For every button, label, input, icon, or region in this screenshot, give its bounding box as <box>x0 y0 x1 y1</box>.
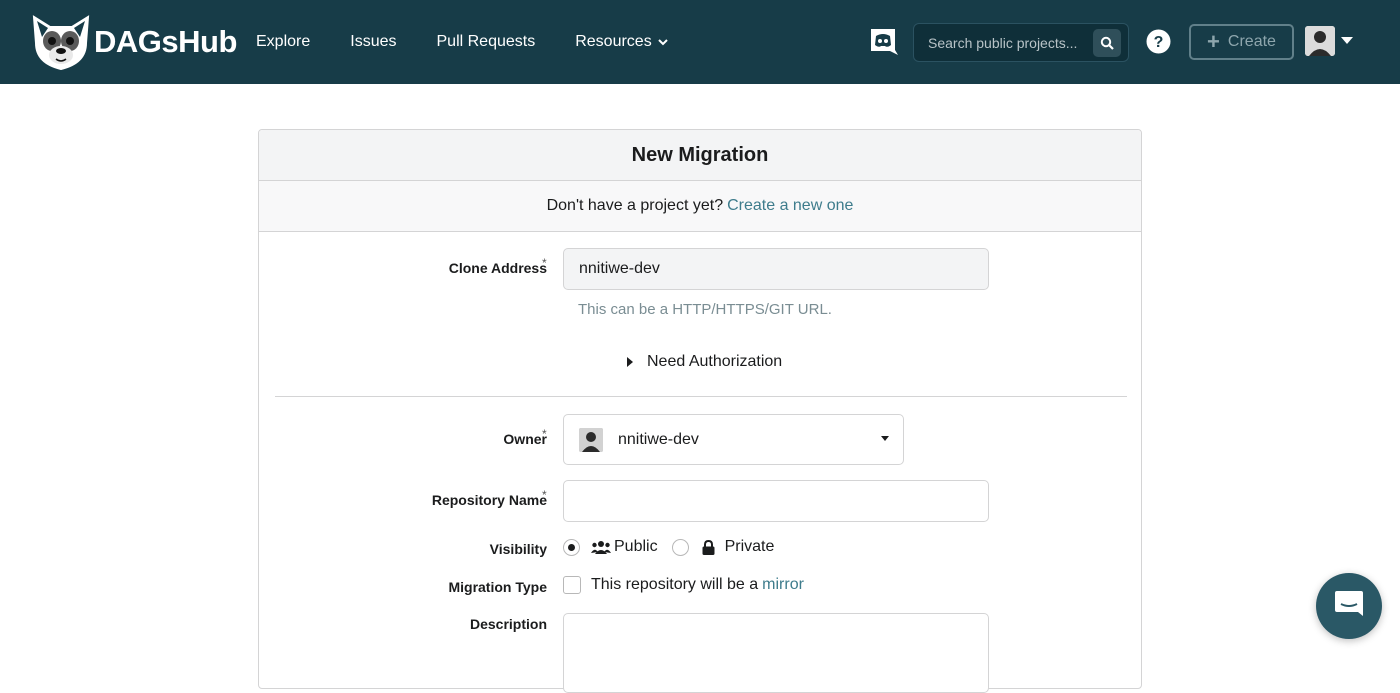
create-new-project-link[interactable]: Create a new one <box>727 197 853 215</box>
search-button[interactable] <box>1093 29 1121 57</box>
migration-type-label: Migration Type <box>448 579 547 595</box>
nav-explore[interactable]: Explore <box>256 33 310 51</box>
chat-icon <box>1335 591 1363 616</box>
description-label: Description <box>469 616 547 632</box>
nav-resources[interactable]: Resources <box>575 33 668 51</box>
lock-icon <box>702 539 715 555</box>
clone-address-required-mark: * <box>542 256 547 270</box>
card-subheader: Don't have a project yet? Create a new o… <box>259 181 1141 232</box>
dog-logo-icon <box>32 15 90 71</box>
create-button[interactable]: + Create <box>1189 24 1294 60</box>
user-avatar[interactable] <box>1305 26 1335 56</box>
no-project-text: Don't have a project yet? <box>546 197 724 214</box>
visibility-options: Public Private <box>563 538 774 556</box>
clone-address-input[interactable] <box>563 248 989 290</box>
nav-links: Explore Issues Pull Requests Resources <box>256 0 708 84</box>
user-menu-caret-icon[interactable] <box>1341 37 1353 45</box>
owner-dropdown[interactable]: nnitiwe-dev <box>563 414 904 465</box>
owner-name: nnitiwe-dev <box>618 430 699 448</box>
create-button-label: Create <box>1227 33 1276 50</box>
svg-text:?: ? <box>1154 34 1164 51</box>
user-avatar-image <box>1305 26 1335 56</box>
owner-avatar-image <box>579 427 603 452</box>
repository-name-input[interactable] <box>563 480 989 522</box>
clone-address-hint: This can be a HTTP/HTTPS/GIT URL. <box>578 301 832 318</box>
migration-type-option: This repository will be a mirror <box>563 576 804 594</box>
plus-icon: + <box>1207 29 1220 54</box>
repository-name-label: Repository Name <box>431 492 547 508</box>
nav-issues[interactable]: Issues <box>350 33 396 51</box>
chat-widget-button[interactable] <box>1316 573 1382 639</box>
new-migration-card: New Migration Don't have a project yet? … <box>258 129 1142 693</box>
repository-name-required-mark: * <box>542 488 547 502</box>
need-authorization-toggle[interactable]: Need Authorization <box>627 353 782 371</box>
search-icon <box>1100 36 1114 50</box>
users-icon <box>591 541 611 554</box>
mirror-checkbox[interactable] <box>563 576 581 594</box>
clone-address-label: Clone Address <box>448 260 547 276</box>
mirror-text: This repository will be a <box>591 576 759 593</box>
discord-icon[interactable] <box>868 26 898 56</box>
search-box <box>913 23 1129 62</box>
nav-resources-label: Resources <box>575 33 652 50</box>
owner-label: Owner <box>503 431 547 447</box>
chevron-down-icon <box>881 436 889 441</box>
card-header: New Migration <box>259 130 1141 181</box>
nav-pull-requests[interactable]: Pull Requests <box>437 33 536 51</box>
logo-text: DAGsHub <box>94 24 237 59</box>
need-authorization-label: Need Authorization <box>647 353 783 370</box>
page-title: New Migration <box>631 143 769 166</box>
section-divider <box>275 396 1127 397</box>
top-navbar: DAGsHub Explore Issues Pull Requests Res… <box>0 0 1400 84</box>
caret-right-icon <box>627 357 633 367</box>
chevron-down-icon <box>657 39 668 46</box>
visibility-label: Visibility <box>489 541 547 557</box>
visibility-private-radio[interactable] <box>671 538 689 556</box>
visibility-public-label: Public <box>614 538 658 555</box>
owner-avatar <box>579 427 603 452</box>
visibility-private-label: Private <box>724 538 775 555</box>
search-input[interactable] <box>928 34 1098 51</box>
dagshub-logo[interactable]: DAGsHub <box>30 13 237 71</box>
help-icon[interactable]: ? <box>1146 29 1171 54</box>
owner-required-mark: * <box>542 427 547 441</box>
mirror-link[interactable]: mirror <box>762 576 804 594</box>
visibility-public-radio[interactable] <box>563 538 580 556</box>
description-textarea[interactable] <box>563 613 989 693</box>
